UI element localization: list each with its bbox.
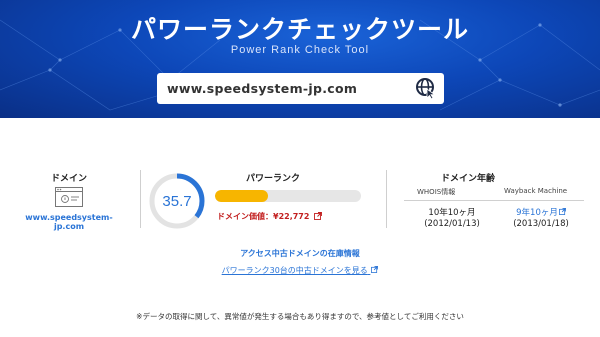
age-header-divider <box>404 200 584 201</box>
stock-info-title: アクセス中古ドメインの在庫情報 <box>240 249 360 258</box>
external-link-icon <box>371 266 379 273</box>
globe-cursor-icon[interactable] <box>414 76 438 100</box>
external-link-icon <box>314 212 323 220</box>
panel-divider <box>386 170 387 228</box>
wayback-value: 9年10ヶ月 (2013/01/18) <box>506 208 576 230</box>
power-rank-score: 35.7 <box>162 193 191 210</box>
power-rank-gauge: 35.7 <box>149 173 205 229</box>
page-subtitle: Power Rank Check Tool <box>230 44 370 56</box>
domain-value-link[interactable]: ドメイン価値：¥22,772 <box>217 211 323 222</box>
stock-domains-link-text: パワーランク30台の中古ドメインを見る <box>221 266 368 275</box>
whois-header: WHOIS情報 <box>417 188 456 196</box>
whois-date: (2012/01/13) <box>424 219 480 229</box>
wayback-header: Wayback Machine <box>504 187 568 195</box>
panel-divider <box>140 170 141 228</box>
domain-search-box[interactable]: www.speedsystem-jp.com <box>157 73 444 104</box>
power-rank-bar-fill <box>215 190 268 202</box>
wayback-age: 9年10ヶ月 <box>516 208 558 218</box>
wayback-date: (2013/01/18) <box>513 219 569 229</box>
domain-age-label: ドメイン年齢 <box>441 174 496 184</box>
power-rank-bar <box>215 190 361 202</box>
domain-label: ドメイン <box>50 174 87 184</box>
power-rank-label: パワーランク <box>246 174 301 184</box>
domain-link[interactable]: www.speedsystem-jp.com <box>14 213 124 231</box>
page-title: パワーランクチェックツール <box>130 15 469 44</box>
header-banner: パワーランクチェックツール Power Rank Check Tool www.… <box>0 0 600 118</box>
domain-search-input[interactable]: www.speedsystem-jp.com <box>167 81 357 96</box>
wayback-age-link[interactable]: 9年10ヶ月 <box>506 208 576 219</box>
domain-value-text: ドメイン価値：¥22,772 <box>217 212 310 221</box>
browser-window-icon <box>55 187 83 207</box>
external-link-icon <box>558 208 566 215</box>
data-notice: ※データの取得に関して、異常値が発生する場合もあり得ますので、参考値としてご利用… <box>136 312 464 321</box>
whois-age: 10年10ヶ月 <box>428 208 476 218</box>
whois-value: 10年10ヶ月 (2012/01/13) <box>418 208 486 230</box>
stock-domains-link[interactable]: パワーランク30台の中古ドメインを見る <box>0 265 600 276</box>
